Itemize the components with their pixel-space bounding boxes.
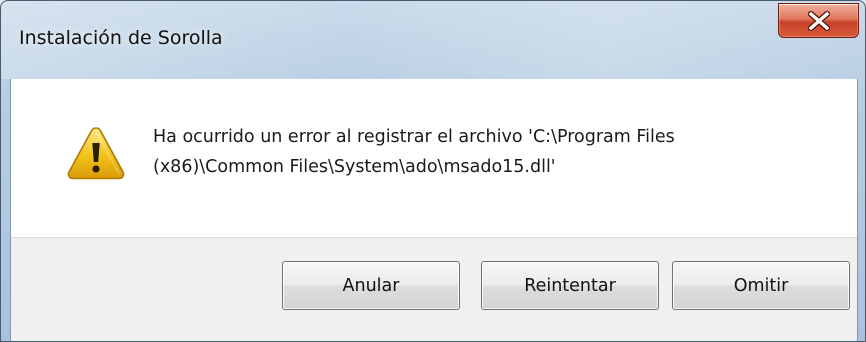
title-bar[interactable]: Instalación de Sorolla <box>1 1 865 79</box>
error-message: Ha ocurrido un error al registrar el arc… <box>153 122 823 182</box>
abort-button[interactable]: Anular <box>282 261 460 310</box>
close-icon <box>808 11 830 31</box>
window-title: Instalación de Sorolla <box>19 27 223 49</box>
message-area: Ha ocurrido un error al registrar el arc… <box>11 79 857 237</box>
retry-button[interactable]: Reintentar <box>481 261 659 310</box>
ignore-button[interactable]: Omitir <box>672 261 850 310</box>
button-bar: Anular Reintentar Omitir <box>11 237 857 341</box>
error-message-line-2: (x86)\Common Files\System\ado\msado15.dl… <box>153 157 556 177</box>
warning-icon <box>67 127 125 180</box>
error-message-line-1: Ha ocurrido un error al registrar el arc… <box>153 127 675 147</box>
dialog-window: Instalación de Sorolla Ha ocurrido un er… <box>0 0 866 342</box>
dialog-client-area: Ha ocurrido un error al registrar el arc… <box>10 79 858 341</box>
close-button[interactable] <box>778 3 859 38</box>
